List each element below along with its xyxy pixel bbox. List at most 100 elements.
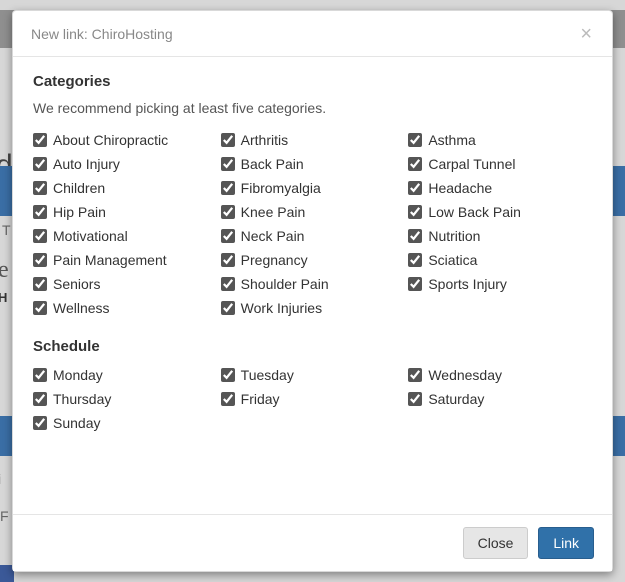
- category-item-shoulder-pain: Shoulder Pain: [221, 274, 405, 294]
- schedule-checkbox-saturday[interactable]: [408, 392, 422, 406]
- category-label-sports-injury[interactable]: Sports Injury: [428, 274, 507, 294]
- category-item-back-pain: Back Pain: [221, 154, 405, 174]
- category-checkbox-sciatica[interactable]: [408, 253, 422, 267]
- category-label-auto-injury[interactable]: Auto Injury: [53, 154, 120, 174]
- schedule-checkbox-friday[interactable]: [221, 392, 235, 406]
- category-item-motivational: Motivational: [33, 226, 217, 246]
- schedule-checkbox-sunday[interactable]: [33, 416, 47, 430]
- category-checkbox-carpal-tunnel[interactable]: [408, 157, 422, 171]
- modal-title: New link: ChiroHosting: [31, 26, 578, 42]
- category-checkbox-auto-injury[interactable]: [33, 157, 47, 171]
- category-checkbox-headache[interactable]: [408, 181, 422, 195]
- schedule-item-thursday: Thursday: [33, 389, 217, 409]
- category-checkbox-about-chiropractic[interactable]: [33, 133, 47, 147]
- schedule-checkbox-tuesday[interactable]: [221, 368, 235, 382]
- category-item-neck-pain: Neck Pain: [221, 226, 405, 246]
- category-item-asthma: Asthma: [408, 130, 592, 150]
- schedule-checkbox-wednesday[interactable]: [408, 368, 422, 382]
- category-label-neck-pain[interactable]: Neck Pain: [241, 226, 305, 246]
- close-icon[interactable]: ×: [578, 24, 594, 44]
- category-item-auto-injury: Auto Injury: [33, 154, 217, 174]
- category-checkbox-asthma[interactable]: [408, 133, 422, 147]
- category-checkbox-low-back-pain[interactable]: [408, 205, 422, 219]
- category-label-pregnancy[interactable]: Pregnancy: [241, 250, 308, 270]
- schedule-item-sunday: Sunday: [33, 413, 217, 433]
- category-item-carpal-tunnel: Carpal Tunnel: [408, 154, 592, 174]
- schedule-checkbox-thursday[interactable]: [33, 392, 47, 406]
- categories-subtext: We recommend picking at least five categ…: [33, 100, 592, 116]
- category-item-sciatica: Sciatica: [408, 250, 592, 270]
- schedule-label-monday[interactable]: Monday: [53, 365, 103, 385]
- category-checkbox-nutrition[interactable]: [408, 229, 422, 243]
- schedule-label-friday[interactable]: Friday: [241, 389, 280, 409]
- category-label-hip-pain[interactable]: Hip Pain: [53, 202, 106, 222]
- schedule-label-wednesday[interactable]: Wednesday: [428, 365, 502, 385]
- category-label-arthritis[interactable]: Arthritis: [241, 130, 288, 150]
- category-item-work-injuries: Work Injuries: [221, 298, 405, 318]
- category-label-sciatica[interactable]: Sciatica: [428, 250, 477, 270]
- modal-footer: Close Link: [13, 514, 612, 571]
- category-checkbox-pregnancy[interactable]: [221, 253, 235, 267]
- category-label-knee-pain[interactable]: Knee Pain: [241, 202, 306, 222]
- category-checkbox-neck-pain[interactable]: [221, 229, 235, 243]
- category-checkbox-wellness[interactable]: [33, 301, 47, 315]
- category-checkbox-seniors[interactable]: [33, 277, 47, 291]
- category-label-pain-management[interactable]: Pain Management: [53, 250, 167, 270]
- category-label-children[interactable]: Children: [53, 178, 105, 198]
- category-item-hip-pain: Hip Pain: [33, 202, 217, 222]
- category-item-fibromyalgia: Fibromyalgia: [221, 178, 405, 198]
- category-item-low-back-pain: Low Back Pain: [408, 202, 592, 222]
- category-item-nutrition: Nutrition: [408, 226, 592, 246]
- schedule-checkbox-monday[interactable]: [33, 368, 47, 382]
- category-checkbox-arthritis[interactable]: [221, 133, 235, 147]
- category-item-about-chiropractic: About Chiropractic: [33, 130, 217, 150]
- category-item-arthritis: Arthritis: [221, 130, 405, 150]
- schedule-item-monday: Monday: [33, 365, 217, 385]
- category-label-nutrition[interactable]: Nutrition: [428, 226, 480, 246]
- close-button[interactable]: Close: [463, 527, 529, 559]
- category-checkbox-fibromyalgia[interactable]: [221, 181, 235, 195]
- link-button[interactable]: Link: [538, 527, 594, 559]
- category-label-wellness[interactable]: Wellness: [53, 298, 110, 318]
- schedule-grid: Monday Tuesday Wednesday Thursday Friday Satu…: [33, 365, 592, 433]
- categories-heading: Categories: [33, 73, 592, 90]
- category-checkbox-sports-injury[interactable]: [408, 277, 422, 291]
- schedule-label-tuesday[interactable]: Tuesday: [241, 365, 294, 385]
- schedule-item-saturday: Saturday: [408, 389, 592, 409]
- category-label-shoulder-pain[interactable]: Shoulder Pain: [241, 274, 329, 294]
- category-label-fibromyalgia[interactable]: Fibromyalgia: [241, 178, 321, 198]
- modal-body: Categories We recommend picking at least…: [13, 57, 612, 514]
- category-item-knee-pain: Knee Pain: [221, 202, 405, 222]
- schedule-label-saturday[interactable]: Saturday: [428, 389, 484, 409]
- category-item-pain-management: Pain Management: [33, 250, 217, 270]
- category-checkbox-knee-pain[interactable]: [221, 205, 235, 219]
- category-label-motivational[interactable]: Motivational: [53, 226, 128, 246]
- category-item-headache: Headache: [408, 178, 592, 198]
- schedule-item-wednesday: Wednesday: [408, 365, 592, 385]
- schedule-item-friday: Friday: [221, 389, 405, 409]
- category-label-work-injuries[interactable]: Work Injuries: [241, 298, 322, 318]
- category-item-wellness: Wellness: [33, 298, 217, 318]
- category-label-low-back-pain[interactable]: Low Back Pain: [428, 202, 521, 222]
- modal-header: New link: ChiroHosting ×: [13, 11, 612, 57]
- category-checkbox-pain-management[interactable]: [33, 253, 47, 267]
- category-checkbox-hip-pain[interactable]: [33, 205, 47, 219]
- schedule-heading: Schedule: [33, 338, 592, 355]
- category-item-sports-injury: Sports Injury: [408, 274, 592, 294]
- category-item-children: Children: [33, 178, 217, 198]
- category-checkbox-children[interactable]: [33, 181, 47, 195]
- category-checkbox-back-pain[interactable]: [221, 157, 235, 171]
- category-label-headache[interactable]: Headache: [428, 178, 492, 198]
- schedule-label-thursday[interactable]: Thursday: [53, 389, 111, 409]
- categories-grid: About Chiropractic Arthritis Asthma Auto In…: [33, 130, 592, 318]
- category-label-asthma[interactable]: Asthma: [428, 130, 475, 150]
- category-checkbox-work-injuries[interactable]: [221, 301, 235, 315]
- category-checkbox-shoulder-pain[interactable]: [221, 277, 235, 291]
- category-label-back-pain[interactable]: Back Pain: [241, 154, 304, 174]
- category-label-carpal-tunnel[interactable]: Carpal Tunnel: [428, 154, 515, 174]
- schedule-label-sunday[interactable]: Sunday: [53, 413, 100, 433]
- category-label-about-chiropractic[interactable]: About Chiropractic: [53, 130, 168, 150]
- category-checkbox-motivational[interactable]: [33, 229, 47, 243]
- new-link-modal: New link: ChiroHosting × Categories We r…: [12, 10, 613, 572]
- category-label-seniors[interactable]: Seniors: [53, 274, 100, 294]
